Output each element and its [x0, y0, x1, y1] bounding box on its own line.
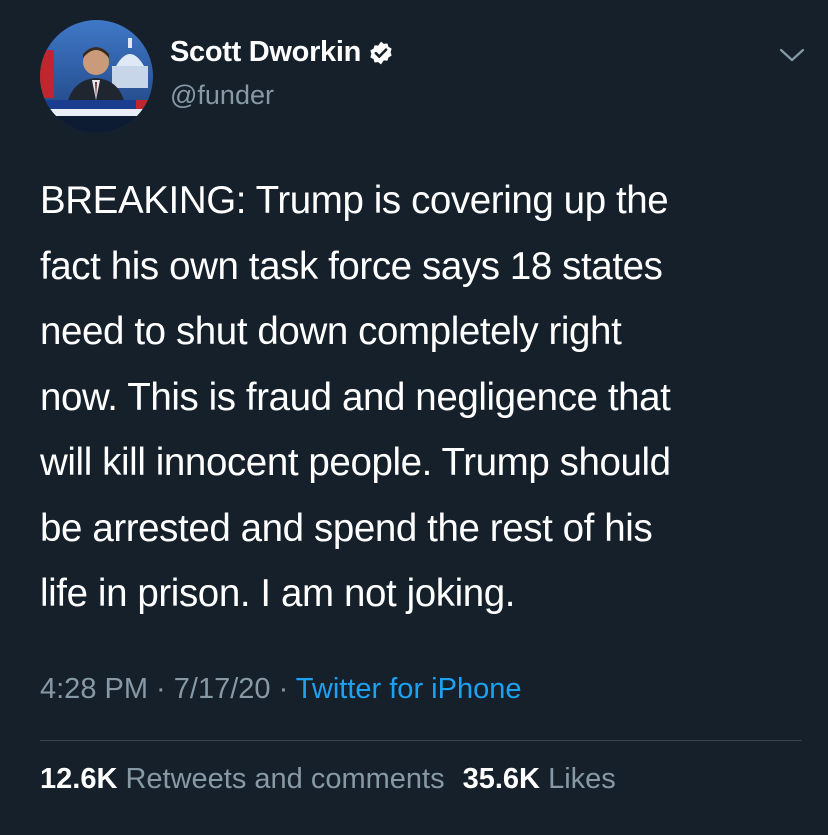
verified-badge-icon	[370, 41, 392, 64]
tweet-text-line: be arrested and spend the rest of his	[40, 506, 653, 550]
meta-separator: ·	[148, 673, 174, 705]
retweets-label: Retweets and comments	[125, 763, 445, 795]
tweet-card: Scott Dworkin @funder BREAKING: Trump is…	[0, 0, 828, 835]
avatar[interactable]	[40, 20, 153, 133]
likes-stat[interactable]: 35.6K Likes	[463, 763, 616, 795]
tweet-meta: 4:28 PM · 7/17/20 · Twitter for iPhone	[40, 673, 521, 706]
tweet-text-line: BREAKING: Trump is covering up the	[40, 179, 669, 222]
tweet-text-line: fact his own task force says 18 states	[40, 244, 663, 288]
tweet-source-link[interactable]: Twitter for iPhone	[296, 673, 522, 705]
chevron-down-icon[interactable]	[778, 44, 806, 66]
divider	[40, 740, 802, 741]
tweet-text-line: now. This is fraud and negligence that	[40, 375, 671, 419]
avatar-image	[40, 20, 153, 133]
tweet-text: BREAKING: Trump is covering up the fact …	[40, 168, 800, 627]
tweet-text-line: need to shut down completely right	[40, 310, 622, 353]
retweets-stat[interactable]: 12.6K Retweets and comments	[40, 763, 445, 795]
retweets-count: 12.6K	[40, 763, 118, 795]
tweet-date: 7/17/20	[173, 673, 271, 705]
likes-label: Likes	[548, 763, 616, 795]
likes-count: 35.6K	[462, 763, 540, 795]
author-name[interactable]: Scott Dworkin	[170, 36, 361, 69]
tweet-text-line: will kill innocent people. Trump should	[40, 441, 671, 484]
author-handle[interactable]: @funder	[170, 80, 274, 111]
author-name-row[interactable]: Scott Dworkin	[170, 36, 394, 69]
tweet-time: 4:28 PM	[40, 673, 148, 705]
tweet-stats: 12.6K Retweets and comments 35.6K Likes	[40, 763, 616, 796]
meta-separator: ·	[270, 673, 296, 705]
tweet-text-line: life in prison. I am not joking.	[40, 572, 516, 615]
